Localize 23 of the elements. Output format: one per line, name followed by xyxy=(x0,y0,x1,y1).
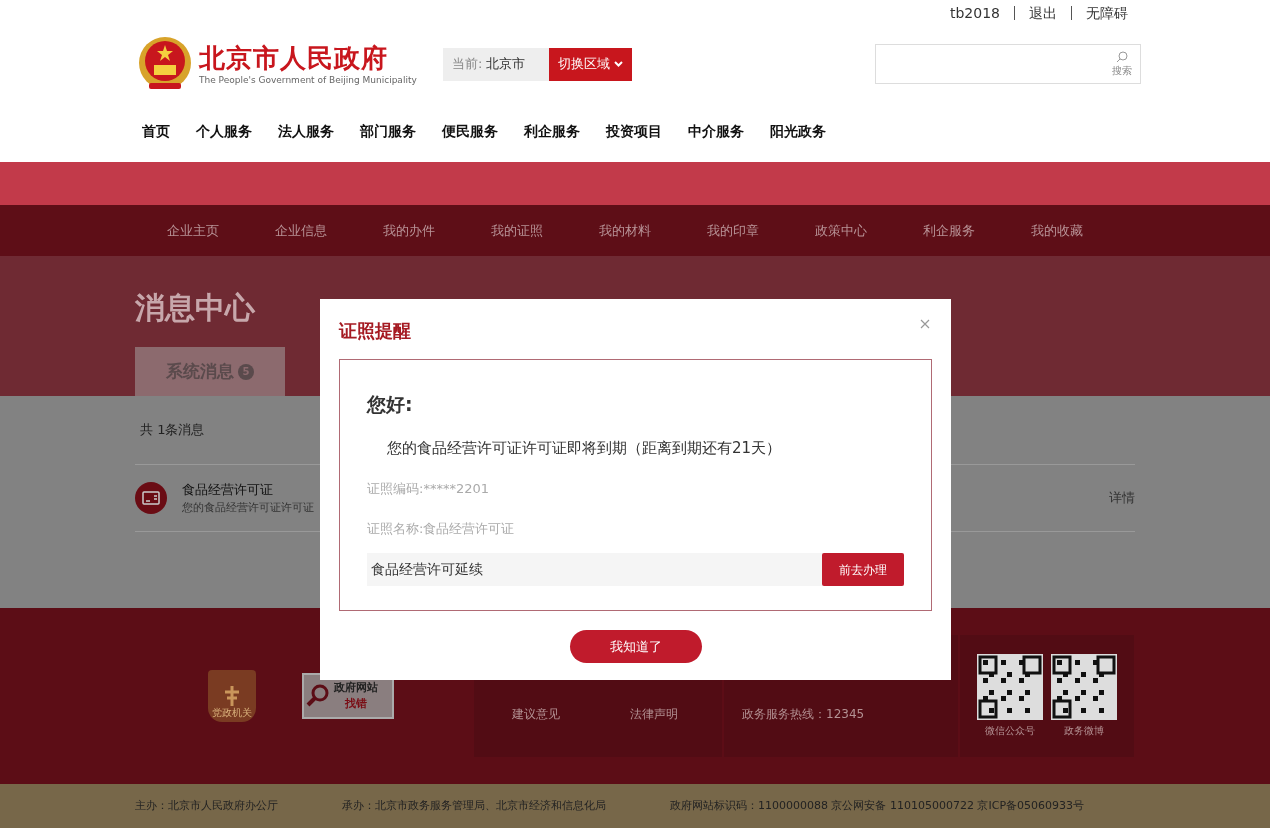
report-action: 找错 xyxy=(345,696,367,712)
message-description: 您的食品经营许可证许可证 xyxy=(182,499,315,516)
service-name: 食品经营许可延续 xyxy=(370,560,483,579)
message-count: 共 1条消息 xyxy=(140,421,205,440)
site-title: 北京市人民政府 xyxy=(199,42,389,74)
region-label: 当前: xyxy=(451,55,483,74)
banner-title: 消息中心 xyxy=(135,290,255,326)
site-subtitle: The People's Government of Beijing Municipality xyxy=(199,74,417,86)
expiry-message: 您的食品经营许可证许可证即将到期（距离到期还有21天） xyxy=(386,437,783,459)
host-text: 主办：北京市人民政府办公厅 xyxy=(135,797,278,814)
hotline-text: 政务服务热线：12345 xyxy=(742,706,865,723)
report-title: 政府网站 xyxy=(334,680,378,696)
qr-label: 微信公众号 xyxy=(985,724,1035,738)
message-title: 食品经营许可证 xyxy=(182,481,274,499)
greeting-text: 您好: xyxy=(367,392,414,417)
region-value: 北京市 xyxy=(485,55,527,74)
qr-label: 政务微博 xyxy=(1064,724,1104,738)
license-field: 证照编码:*****2201 xyxy=(367,479,904,499)
badge-label: 党政机关 xyxy=(212,707,252,719)
dialog-title: 证照提醒 xyxy=(339,319,411,343)
license-field: 证照名称:食品经营许可证 xyxy=(367,518,904,538)
registration-text: 政府网站标识码：1100000088 京公网安备 110105000722 京ICP备05060933号 xyxy=(670,797,1084,814)
organizer-text: 承办：北京市政务服务管理局、北京市经济和信息化局 xyxy=(342,797,606,814)
